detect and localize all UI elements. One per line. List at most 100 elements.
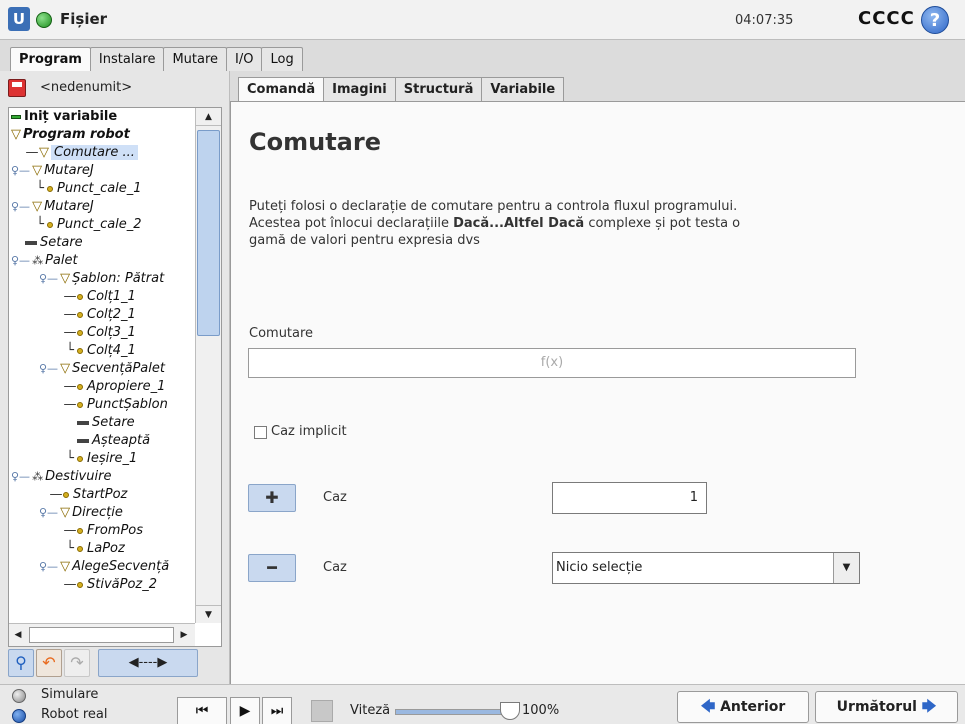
tree-horizontal-scrollbar[interactable]: ◀ ▶ (9, 623, 195, 646)
tab-variables[interactable]: Variabile (481, 77, 565, 101)
tree-branch-icon: — (63, 325, 77, 340)
command-content: Comutare Puteți folosi o declarație de c… (230, 101, 965, 684)
remove-case-label: Caz (323, 560, 347, 575)
direction-triangle-icon: ▽ (60, 505, 71, 520)
waypoint-dot-icon (77, 383, 83, 390)
tree-node-movej-1[interactable]: ♀— ▽ MutareJ (11, 162, 94, 180)
tree-node-corner-3[interactable]: — Colț3_1 (63, 324, 136, 342)
tab-io[interactable]: I/O (226, 47, 263, 71)
footer-bar: Simulare Robot real ⏮ ▶ ⏭ Viteză 100% 🡄 … (0, 684, 965, 724)
tree-node-corner-2[interactable]: — Colț2_1 (63, 306, 136, 324)
tree-node-start-pos[interactable]: — StartPoz (49, 486, 128, 504)
remove-case-button[interactable]: ━ (248, 554, 296, 582)
tree-node-choose-sequence[interactable]: ♀— ▽ AlegeSecvență (39, 558, 169, 576)
description-text: complexe și pot testa o (584, 216, 741, 231)
real-robot-radio-icon[interactable] (12, 709, 26, 723)
help-icon[interactable]: ? (921, 6, 949, 34)
tree-node-exit[interactable]: └ Ieșire_1 (63, 450, 137, 468)
scroll-up-icon[interactable]: ▲ (196, 108, 221, 126)
waypoint-dot-icon (77, 455, 83, 462)
tree-node-waypoint-2[interactable]: └ Punct_cale_2 (33, 216, 141, 234)
main-tabs: Program Instalare Mutare I/O Log (10, 47, 303, 73)
tree-node-from-pos[interactable]: — FromPos (63, 522, 144, 540)
tree-node-waypoint-1[interactable]: └ Punct_cale_1 (33, 180, 141, 198)
tree-node-depallet[interactable]: ♀— ⁂ Destivuire (11, 468, 111, 486)
program-triangle-icon: ▽ (11, 127, 21, 142)
case-value-input[interactable]: 1 (552, 482, 707, 514)
speed-slider[interactable] (395, 709, 510, 715)
tree-node-direction[interactable]: ♀— ▽ Direcție (39, 504, 123, 522)
stop-icon[interactable] (311, 700, 333, 722)
switch-expression-field[interactable]: f(x) (248, 348, 856, 378)
collapse-key-icon: ♀— (39, 272, 59, 285)
tree-node-pattern[interactable]: ♀— ▽ Șablon: Pătrat (39, 270, 164, 288)
save-icon[interactable] (8, 79, 26, 97)
tab-log[interactable]: Log (261, 47, 303, 71)
command-description: Puteți folosi o declarație de comutare p… (249, 198, 849, 249)
tree-node-set[interactable]: Setare (25, 234, 83, 252)
tree-node-corner-4[interactable]: └ Colț4_1 (63, 342, 136, 360)
waypoint-dot-icon (77, 545, 83, 552)
scroll-left-icon[interactable]: ◀ (11, 628, 25, 642)
tab-command[interactable]: Comandă (238, 77, 325, 101)
description-line: gamă de valori pentru expresia dvs (249, 233, 480, 248)
scroll-thumb[interactable] (197, 130, 220, 336)
skip-to-start-icon[interactable]: ⏮ (177, 697, 227, 724)
tab-structure[interactable]: Structură (394, 77, 483, 101)
move-node-button[interactable]: ◀----▶ (98, 649, 198, 677)
tree-branch-icon: — (49, 487, 63, 502)
undo-icon[interactable]: ↶ (36, 649, 62, 677)
tree-branch-icon: — (63, 577, 77, 592)
tab-graphics[interactable]: Imagini (323, 77, 396, 101)
step-icon[interactable]: ⏭ (262, 697, 292, 724)
tree-vertical-scrollbar[interactable]: ▲ ▼ (195, 108, 221, 623)
command-pane: Comandă Imagini Structură Variabile Comu… (230, 71, 965, 684)
previous-button[interactable]: 🡄 Anterior (677, 691, 809, 723)
pallet-icon: ⁂ (32, 470, 44, 483)
scroll-thumb[interactable] (29, 627, 174, 643)
tree-node-robot-program[interactable]: ▽ Program robot (11, 126, 130, 144)
tree-node-movej-2[interactable]: ♀— ▽ MutareJ (11, 198, 94, 216)
tree-node-pattern-point[interactable]: — PunctȘablon (63, 396, 168, 414)
file-menu[interactable]: Fișier (60, 10, 107, 28)
tab-program[interactable]: Program (10, 47, 91, 73)
add-case-button[interactable]: ✚ (248, 484, 296, 512)
pattern-triangle-icon: ▽ (60, 271, 71, 286)
description-text: Acestea pot înlocui declarațiile (249, 216, 454, 231)
tree-node-set-2[interactable]: Setare (63, 414, 135, 432)
tree-node-approach[interactable]: — Apropiere_1 (63, 378, 166, 396)
tree-node-to-pos[interactable]: └ LaPoz (63, 540, 125, 558)
tree-node-pallet[interactable]: ♀— ⁂ Palet (11, 252, 78, 270)
tab-installation[interactable]: Instalare (89, 47, 165, 71)
collapse-key-icon: ♀— (11, 164, 31, 177)
remove-case-select[interactable]: Nicio selecție ▼ (552, 552, 860, 584)
arrow-left-icon: 🡄 (700, 699, 721, 715)
tree-branch-icon: — (63, 289, 77, 304)
default-case-checkbox[interactable] (254, 426, 267, 439)
speed-label: Viteză (350, 703, 391, 718)
tree-node-init-variables[interactable]: Iniț variabile (11, 108, 117, 126)
wait-bar-icon (77, 438, 89, 443)
redo-icon[interactable]: ↷ (64, 649, 90, 677)
tree-node-switch[interactable]: —▽ Comutare ... (25, 144, 138, 162)
waypoint-dot-icon (63, 491, 69, 498)
tree-node-stack-pos[interactable]: — StivăPoz_2 (63, 576, 158, 594)
tree-node-pallet-sequence[interactable]: ♀— ▽ SecvențăPalet (39, 360, 165, 378)
tree-branch-icon: — (63, 397, 77, 412)
robot-name: CCCC (858, 8, 915, 29)
waypoint-dot-icon (77, 293, 83, 300)
waypoint-dot-icon (77, 581, 83, 588)
scroll-down-icon[interactable]: ▼ (196, 605, 221, 623)
title-bar: U Fișier 04:07:35 CCCC ? (0, 0, 965, 40)
search-icon[interactable]: ⚲ (8, 649, 34, 677)
tab-move[interactable]: Mutare (163, 47, 228, 71)
speed-slider-thumb[interactable] (500, 702, 520, 720)
tree-branch-icon: └ (66, 541, 74, 556)
scroll-right-icon[interactable]: ▶ (177, 628, 191, 642)
play-icon[interactable]: ▶ (230, 697, 260, 724)
simulation-radio-icon[interactable] (12, 689, 26, 703)
chevron-down-icon[interactable]: ▼ (833, 553, 859, 583)
tree-node-wait[interactable]: Așteaptă (63, 432, 150, 450)
tree-node-corner-1[interactable]: — Colț1_1 (63, 288, 136, 306)
next-button[interactable]: Următorul 🡆 (815, 691, 958, 723)
